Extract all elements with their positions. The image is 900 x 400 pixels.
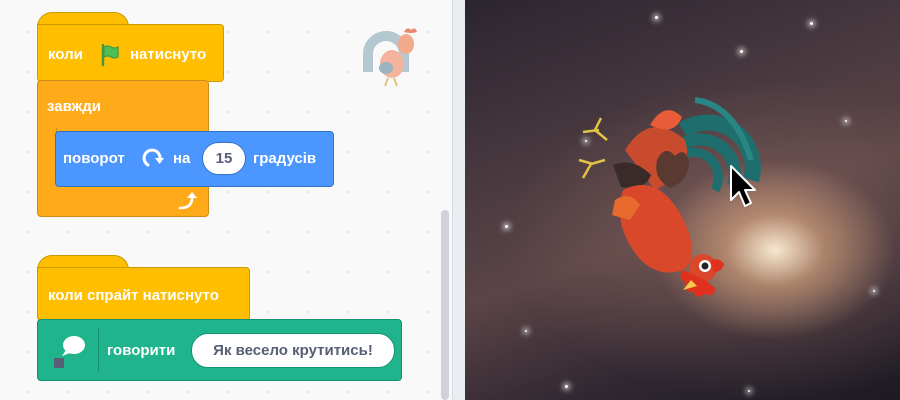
turn-on-label: на [173,150,191,167]
sprite-thumbnail-icon [363,28,417,86]
hat-suffix-label: натиснуто [130,46,207,63]
forever-bottom [37,186,209,217]
forever-arm [37,128,57,188]
star [810,22,813,25]
stage[interactable] [465,0,900,400]
say-text-input[interactable]: Як весело крутитись! [191,333,395,368]
panel-divider [452,0,466,400]
say-divider [98,328,99,372]
star [845,120,847,122]
turn-label: поворот [63,150,125,167]
code-area[interactable]: коли натиснуто завжди поворот на 15 град… [0,0,452,400]
mouse-cursor-icon [730,165,756,207]
star [740,50,743,53]
sprite-clicked-label: коли спрайт натиснуто [48,287,219,304]
star [505,225,508,228]
turn-right-icon [142,148,164,167]
star [655,16,658,19]
say-label: говорити [107,342,176,359]
turn-degrees-input[interactable]: 15 [202,142,246,175]
speech-bubble-icon [54,336,85,368]
turn-units-label: градусів [253,150,317,167]
code-area-scrollbar[interactable] [441,210,449,400]
green-flag-icon [101,43,119,67]
star [525,330,527,332]
forever-label: завжди [47,98,102,115]
when-sprite-clicked-block[interactable]: коли спрайт натиснуто [37,267,250,321]
star [748,390,750,392]
star [873,290,875,292]
when-flag-clicked-block[interactable]: коли натиснуто [37,24,224,82]
star [565,385,568,388]
turn-right-block[interactable]: поворот на 15 градусів [55,131,334,187]
say-block[interactable]: говорити Як весело крутитись! [37,319,402,381]
loop-arrow-icon [178,192,197,210]
forever-block[interactable]: завжди [37,80,209,132]
hat-prefix-label: коли [48,46,83,63]
